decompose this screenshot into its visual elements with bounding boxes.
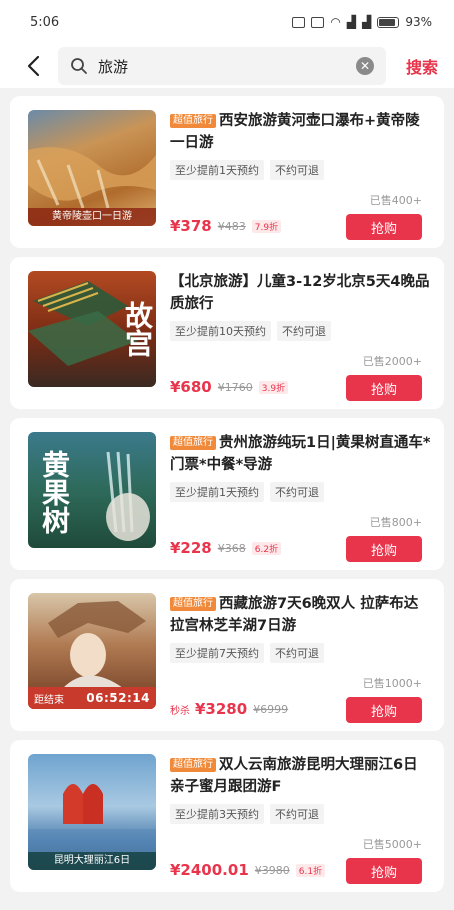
value-travel-badge: 超值旅行: [170, 597, 216, 611]
product-card[interactable]: 距结束 06:52:14 超值旅行 西藏旅游7天6晚双人 拉萨布达拉宫林芝羊湖7日…: [10, 579, 444, 731]
status-bar: 5:06 ◠ ▟ ▟ 93%: [0, 0, 454, 44]
buy-button[interactable]: 抢购: [346, 375, 422, 401]
product-title[interactable]: 超值旅行 贵州旅游纯玩1日|黄果树直通车*门票*中餐*导游: [170, 432, 432, 476]
countdown-bar: 距结束 06:52:14: [28, 687, 156, 709]
product-tags: 至少提前1天预约 不约可退: [170, 160, 432, 180]
price-row: ¥680 ¥1760 3.9折 抢购: [170, 375, 422, 401]
clear-icon[interactable]: ✕: [355, 57, 374, 75]
product-title[interactable]: 【北京旅游】儿童3-12岁北京5天4晚品质旅行: [170, 271, 432, 315]
product-thumbnail: 黄帝陵壶口一日游: [28, 110, 156, 226]
signal-icon-2: ▟: [362, 15, 372, 29]
notification-icon: [292, 16, 306, 28]
product-list: 黄帝陵壶口一日游 超值旅行 西安旅游黄河壶口瀑布+黄帝陵一日游 至少提前1天预约 …: [0, 88, 454, 892]
tag-booking: 至少提前1天预约: [170, 482, 264, 502]
original-price: ¥368: [217, 541, 246, 555]
tag-booking: 至少提前1天预约: [170, 160, 264, 180]
product-info: 超值旅行 西安旅游黄河壶口瀑布+黄帝陵一日游 至少提前1天预约 不约可退 已售40…: [170, 110, 432, 248]
mute-icon: [311, 16, 325, 28]
original-price: ¥1760: [217, 380, 253, 394]
product-tags: 至少提前1天预约 不约可退: [170, 482, 432, 502]
product-tags: 至少提前3天预约 不约可退: [170, 804, 432, 824]
product-thumbnail: 昆明大理丽江6日: [28, 754, 156, 870]
product-info: 超值旅行 西藏旅游7天6晚双人 拉萨布达拉宫林芝羊湖7日游 至少提前7天预约 不约…: [170, 593, 432, 731]
product-card[interactable]: 昆明大理丽江6日 超值旅行 双人云南旅游昆明大理丽江6日亲子蜜月跟团游F 至少提前…: [10, 740, 444, 892]
buy-button[interactable]: 抢购: [346, 858, 422, 884]
battery-percent: 93%: [405, 15, 432, 29]
price: ¥680: [170, 378, 212, 396]
product-title[interactable]: 超值旅行 西藏旅游7天6晚双人 拉萨布达拉宫林芝羊湖7日游: [170, 593, 432, 637]
price: ¥378: [170, 217, 212, 235]
tag-booking: 至少提前7天预约: [170, 643, 264, 663]
search-icon: [71, 58, 87, 74]
thumb-caption: 昆明大理丽江6日: [28, 852, 156, 870]
discount-badge: 3.9折: [258, 380, 289, 394]
product-info: 【北京旅游】儿童3-12岁北京5天4晚品质旅行 至少提前10天预约 不约可退 已…: [170, 271, 432, 409]
product-title[interactable]: 超值旅行 双人云南旅游昆明大理丽江6日亲子蜜月跟团游F: [170, 754, 432, 798]
price-row: 秒杀 ¥3280 ¥6999 抢购: [170, 697, 422, 723]
tag-refund: 不约可退: [270, 482, 324, 502]
tag-booking: 至少提前3天预约: [170, 804, 264, 824]
price: ¥228: [170, 539, 212, 557]
status-icons: ◠ ▟ ▟ 93%: [292, 15, 432, 29]
discount-badge: 6.1折: [295, 863, 326, 877]
product-thumbnail: 故宫: [28, 271, 156, 387]
price-row: ¥228 ¥368 6.2折 抢购: [170, 536, 422, 562]
product-thumbnail: 距结束 06:52:14: [28, 593, 156, 709]
thumb-caption: 黄帝陵壶口一日游: [28, 208, 156, 226]
search-query[interactable]: 旅游: [98, 56, 356, 77]
product-card[interactable]: 黄帝陵壶口一日游 超值旅行 西安旅游黄河壶口瀑布+黄帝陵一日游 至少提前1天预约 …: [10, 96, 444, 248]
tag-refund: 不约可退: [270, 804, 324, 824]
product-info: 超值旅行 双人云南旅游昆明大理丽江6日亲子蜜月跟团游F 至少提前3天预约 不约可退…: [170, 754, 432, 892]
price-row: ¥378 ¥483 7.9折 抢购: [170, 214, 422, 240]
buy-button[interactable]: 抢购: [346, 536, 422, 562]
status-time: 5:06: [30, 14, 60, 30]
discount-badge: 7.9折: [251, 219, 282, 233]
original-price: ¥6999: [253, 702, 289, 716]
value-travel-badge: 超值旅行: [170, 114, 216, 128]
search-button[interactable]: 搜索: [406, 54, 438, 78]
sold-count: 已售400+: [369, 194, 422, 207]
buy-button[interactable]: 抢购: [346, 214, 422, 240]
product-tags: 至少提前7天预约 不约可退: [170, 643, 432, 663]
buy-button[interactable]: 抢购: [346, 697, 422, 723]
product-card[interactable]: 黄果树 超值旅行 贵州旅游纯玩1日|黄果树直通车*门票*中餐*导游 至少提前1天预…: [10, 418, 444, 570]
thumb-text: 故宫: [121, 301, 154, 357]
original-price: ¥3980: [254, 863, 290, 877]
product-title[interactable]: 超值旅行 西安旅游黄河壶口瀑布+黄帝陵一日游: [170, 110, 432, 154]
countdown-timer: 06:52:14: [86, 691, 150, 705]
search-input[interactable]: 旅游 ✕: [58, 47, 386, 85]
product-thumbnail: 黄果树: [28, 432, 156, 548]
product-tags: 至少提前10天预约 不约可退: [170, 321, 432, 341]
product-card[interactable]: 故宫 【北京旅游】儿童3-12岁北京5天4晚品质旅行 至少提前10天预约 不约可…: [10, 257, 444, 409]
value-travel-badge: 超值旅行: [170, 758, 216, 772]
sold-count: 已售2000+: [362, 355, 422, 368]
wifi-icon: ◠: [330, 15, 341, 29]
chevron-left-icon[interactable]: [20, 53, 46, 79]
price-row: ¥2400.01 ¥3980 6.1折 抢购: [170, 858, 422, 884]
sold-count: 已售1000+: [362, 677, 422, 690]
flash-sale-label: 秒杀: [170, 705, 190, 717]
sold-count: 已售800+: [369, 516, 422, 529]
sold-count: 已售5000+: [362, 838, 422, 851]
tag-refund: 不约可退: [270, 160, 324, 180]
value-travel-badge: 超值旅行: [170, 436, 216, 450]
battery-icon: [377, 16, 400, 28]
search-header: 旅游 ✕ 搜索: [0, 44, 454, 88]
tag-refund: 不约可退: [270, 643, 324, 663]
countdown-label: 距结束: [34, 694, 64, 706]
price: ¥3280: [195, 700, 248, 718]
thumb-text: 黄果树: [38, 450, 71, 534]
price: ¥2400.01: [170, 861, 249, 879]
original-price: ¥483: [217, 219, 246, 233]
signal-icon: ▟: [346, 15, 357, 29]
tag-booking: 至少提前10天预约: [170, 321, 271, 341]
tag-refund: 不约可退: [277, 321, 331, 341]
product-info: 超值旅行 贵州旅游纯玩1日|黄果树直通车*门票*中餐*导游 至少提前1天预约 不约…: [170, 432, 432, 570]
discount-badge: 6.2折: [251, 541, 282, 555]
